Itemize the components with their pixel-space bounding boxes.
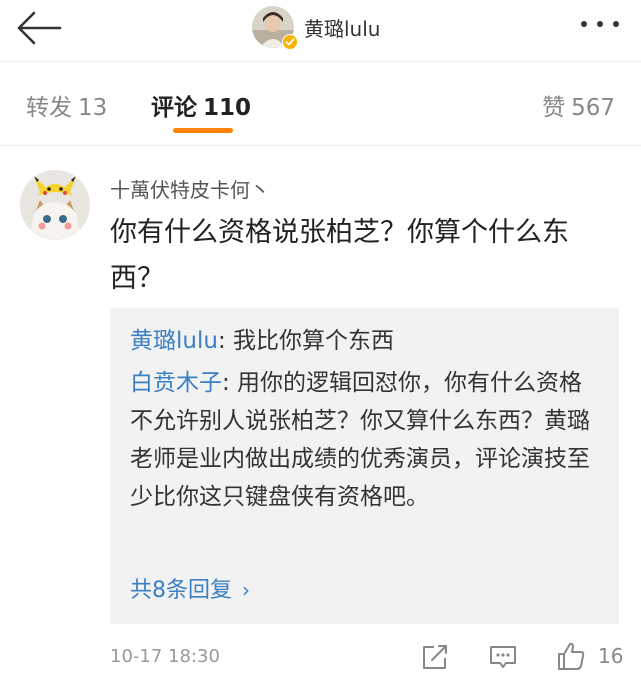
top-bar: 黄璐lulu [0,0,641,62]
comment-avatar[interactable] [20,170,90,240]
arrow-left-icon[interactable] [14,8,64,48]
active-tab-indicator [173,128,233,133]
comment-icon[interactable] [488,642,518,672]
tab-repost[interactable]: 转发 13 [26,88,107,122]
tab-comment[interactable]: 评论 110 [151,88,251,122]
header-profile[interactable]: 黄璐lulu [252,4,380,50]
share-icon[interactable] [420,642,450,672]
tab-repost-label: 转发 [26,95,72,121]
comment-author[interactable]: 十萬伏特皮卡何丶 [110,174,270,203]
reply-box[interactable]: 黄璐lulu: 我比你算个东西 白贲木子: 用你的逻辑回怼你，你有什么资格不允许… [110,308,619,624]
reply-author[interactable]: 黄璐lulu [130,328,218,354]
reply-author[interactable]: 白贲木子 [130,370,222,396]
reply-item: 白贲木子: 用你的逻辑回怼你，你有什么资格不允许别人说张柏芝？你又算什么东西？黄… [130,364,600,516]
tab-comment-label: 评论 [151,95,197,121]
tab-like[interactable]: 赞 567 [542,88,615,122]
more-dots-icon[interactable] [577,12,623,36]
view-all-replies-link[interactable]: 共8条回复 › [130,572,250,604]
tab-bar: 转发 13 评论 110 赞 567 [0,62,641,146]
comment-footer: 10-17 18:30 16 [110,640,624,674]
view-all-replies-label: 共8条回复 [130,578,232,603]
chevron-right-icon: › [242,578,250,602]
thumbs-up-icon[interactable] [555,640,587,672]
comment-item: 十萬伏特皮卡何丶 你有什么资格说张柏芝？你算个什么东西？ 黄璐lulu: 我比你… [0,146,641,690]
comment-timestamp: 10-17 18:30 [110,646,220,667]
tab-like-count: 567 [571,95,615,121]
tab-repost-count: 13 [78,95,108,121]
tab-comment-count: 110 [203,95,252,121]
tab-like-label: 赞 [542,95,566,121]
comment-like-count: 16 [598,644,624,668]
reply-text: : 我比你算个东西 [217,328,394,354]
header-avatar[interactable] [252,6,298,50]
header-title: 黄璐lulu [304,16,381,41]
verified-badge-icon [282,34,298,50]
reply-item: 黄璐lulu: 我比你算个东西 [130,322,600,360]
comment-text: 你有什么资格说张柏芝？你算个什么东西？ [110,217,569,294]
